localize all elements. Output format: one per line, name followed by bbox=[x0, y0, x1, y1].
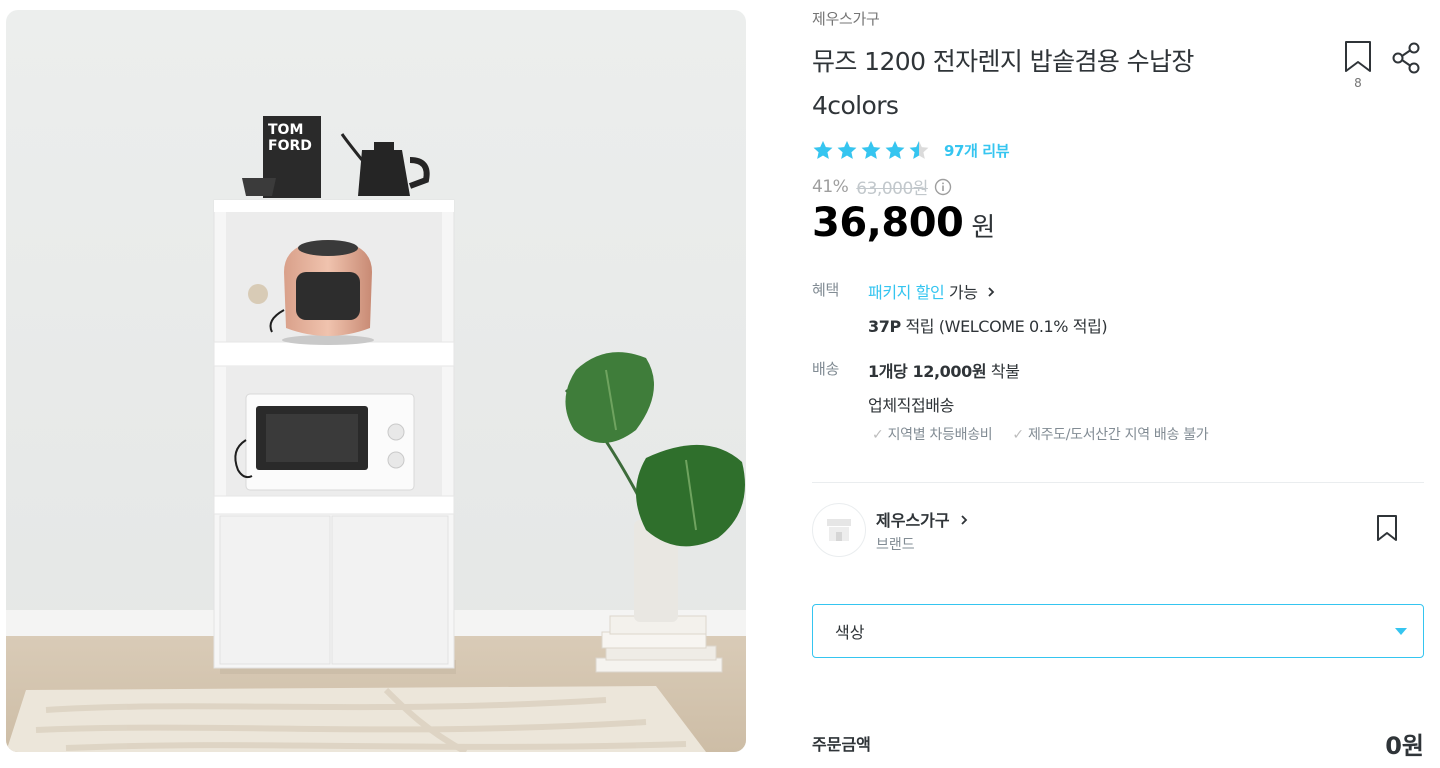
order-amount-label: 주문금액 bbox=[812, 735, 871, 754]
star-icon bbox=[861, 141, 881, 159]
bookmark-icon bbox=[1345, 41, 1371, 72]
star-icon bbox=[813, 141, 833, 159]
product-page: TOM FORD 제우스가구 뮤즈 1200 전자렌지 밥솥겸용 수납장 4co… bbox=[0, 0, 1440, 768]
brand-card-name-text: 제우스가구 bbox=[876, 511, 950, 530]
brand-card-sub: 브랜드 bbox=[876, 537, 915, 553]
sale-price-row: 36,800 원 bbox=[812, 200, 995, 246]
store-icon bbox=[827, 519, 851, 541]
product-photo: TOM FORD bbox=[6, 10, 746, 752]
points-text: 적립 (WELCOME 0.1% 적립) bbox=[905, 317, 1108, 336]
product-title-line1: 뮤즈 1200 전자렌지 밥솥겸용 수납장 bbox=[812, 47, 1194, 76]
shipping-method: 업체직접배송 bbox=[868, 396, 954, 415]
share-icon bbox=[1392, 42, 1420, 74]
color-option-label: 색상 bbox=[835, 623, 865, 642]
divider bbox=[812, 482, 1424, 483]
color-option-select[interactable]: 색상 bbox=[812, 604, 1424, 658]
discount-rate: 41% bbox=[812, 176, 849, 197]
product-info-panel: 제우스가구 뮤즈 1200 전자렌지 밥솥겸용 수납장 4colors 8 97… bbox=[812, 0, 1424, 768]
star-icon bbox=[909, 141, 929, 159]
star-icon bbox=[885, 141, 905, 159]
product-title: 뮤즈 1200 전자렌지 밥솥겸용 수납장 4colors bbox=[812, 40, 1312, 128]
product-image[interactable]: TOM FORD bbox=[6, 10, 746, 752]
chevron-right-icon bbox=[986, 283, 996, 302]
order-amount: 0원 bbox=[1385, 731, 1424, 760]
brand-scrap-button[interactable] bbox=[1374, 513, 1402, 545]
title-actions: 8 bbox=[1340, 40, 1424, 96]
shipping-fee-row: 1개당 12,000원 착불 bbox=[868, 358, 1020, 382]
sale-price: 36,800 bbox=[812, 200, 964, 246]
shipping-fee: 1개당 12,000원 bbox=[868, 362, 987, 381]
shipping-note: 지역별 차등배송비 bbox=[872, 424, 993, 444]
scrap-count: 8 bbox=[1354, 76, 1362, 90]
original-price: 63,000원 bbox=[856, 179, 928, 199]
brand-link[interactable]: 제우스가구 bbox=[812, 8, 880, 29]
points-amount: 37P bbox=[868, 317, 901, 336]
product-title-line2: 4colors bbox=[812, 91, 899, 120]
rating-stars bbox=[812, 139, 930, 161]
original-price-row: 41% 63,000원 bbox=[812, 174, 952, 199]
rating-row: 97개 리뷰 bbox=[812, 139, 1010, 161]
shipping-notes: 지역별 차등배송비 제주도/도서산간 지역 배송 불가 bbox=[872, 424, 1209, 444]
shipping-note: 제주도/도서산간 지역 배송 불가 bbox=[1012, 424, 1209, 444]
brand-card-name[interactable]: 제우스가구 bbox=[876, 507, 969, 531]
info-icon[interactable] bbox=[934, 178, 952, 196]
brand-card: 제우스가구 브랜드 bbox=[812, 503, 1424, 559]
box-text-line1: TOM bbox=[268, 122, 303, 138]
share-button[interactable] bbox=[1390, 40, 1424, 76]
shipping-label: 배송 bbox=[812, 360, 840, 378]
package-available: 가능 bbox=[948, 283, 978, 302]
chevron-right-icon bbox=[959, 511, 969, 530]
brand-logo[interactable] bbox=[812, 503, 866, 557]
benefit-label: 혜택 bbox=[812, 281, 840, 299]
box-text-line2: FORD bbox=[268, 138, 312, 154]
price-unit: 원 bbox=[971, 213, 996, 243]
star-icon bbox=[837, 141, 857, 159]
shipping-fee-type: 착불 bbox=[990, 362, 1020, 381]
benefit-package-row[interactable]: 패키지 할인 가능 bbox=[868, 279, 996, 303]
review-link[interactable]: 97개 리뷰 bbox=[944, 140, 1010, 161]
package-discount-link[interactable]: 패키지 할인 bbox=[868, 283, 945, 302]
bookmark-icon bbox=[1377, 515, 1397, 541]
points-row: 37P 적립 (WELCOME 0.1% 적립) bbox=[868, 313, 1108, 337]
order-amount-row: 주문금액 0원 bbox=[812, 726, 1424, 760]
caret-down-icon bbox=[1395, 627, 1407, 635]
scrap-button[interactable]: 8 bbox=[1340, 40, 1376, 96]
